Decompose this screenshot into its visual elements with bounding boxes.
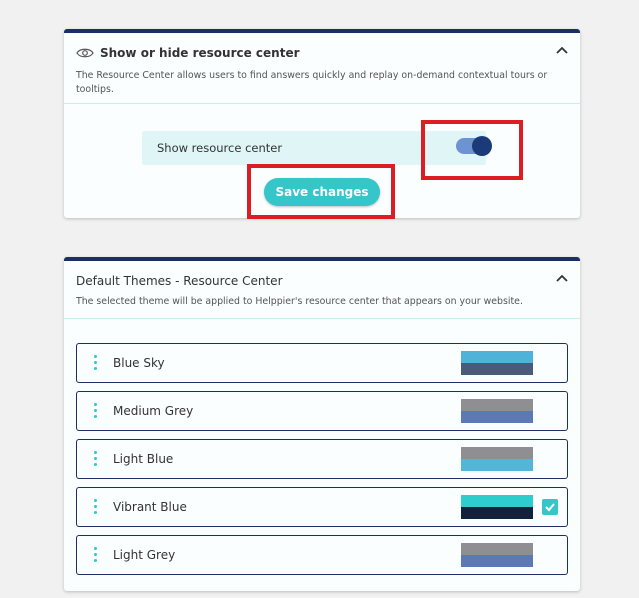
theme-name: Light Blue [113, 452, 174, 466]
theme-swatch [461, 495, 533, 519]
theme-name: Blue Sky [113, 356, 165, 370]
resource-center-title: Show or hide resource center [100, 46, 300, 60]
theme-swatch [461, 351, 533, 375]
highlight-box-save [247, 164, 395, 219]
chevron-up-icon[interactable] [556, 274, 568, 282]
default-themes-header[interactable]: Default Themes - Resource Center The sel… [64, 261, 580, 309]
default-themes-description: The selected theme will be applied to He… [76, 296, 523, 307]
drag-handle-icon[interactable] [94, 451, 98, 467]
resource-center-header[interactable]: Show or hide resource center The Resourc… [64, 33, 580, 97]
toggle-label: Show resource center [157, 141, 283, 155]
theme-swatch [461, 399, 533, 423]
theme-item-medium-grey[interactable]: Medium Grey [76, 391, 568, 431]
check-icon [545, 503, 555, 512]
chevron-up-icon[interactable] [556, 46, 568, 54]
theme-swatch [461, 543, 533, 567]
theme-item-vibrant-blue[interactable]: Vibrant Blue [76, 487, 568, 527]
resource-center-description: The Resource Center allows users to find… [76, 70, 548, 95]
drag-handle-icon[interactable] [94, 547, 98, 563]
theme-name: Medium Grey [113, 404, 194, 418]
theme-name: Vibrant Blue [113, 500, 187, 514]
default-themes-title: Default Themes - Resource Center [76, 274, 283, 288]
drag-handle-icon[interactable] [94, 499, 98, 515]
eye-icon [76, 48, 94, 58]
drag-handle-icon[interactable] [94, 355, 98, 371]
divider [64, 318, 580, 319]
selected-checkbox[interactable] [542, 499, 558, 515]
theme-item-light-grey[interactable]: Light Grey [76, 535, 568, 575]
divider [64, 103, 580, 104]
highlight-box-toggle [421, 120, 523, 180]
drag-handle-icon[interactable] [94, 403, 98, 419]
theme-name: Light Grey [113, 548, 176, 562]
theme-swatch [461, 447, 533, 471]
theme-item-light-blue[interactable]: Light Blue [76, 439, 568, 479]
theme-item-blue-sky[interactable]: Blue Sky [76, 343, 568, 383]
default-themes-card: Default Themes - Resource Center The sel… [64, 257, 580, 591]
